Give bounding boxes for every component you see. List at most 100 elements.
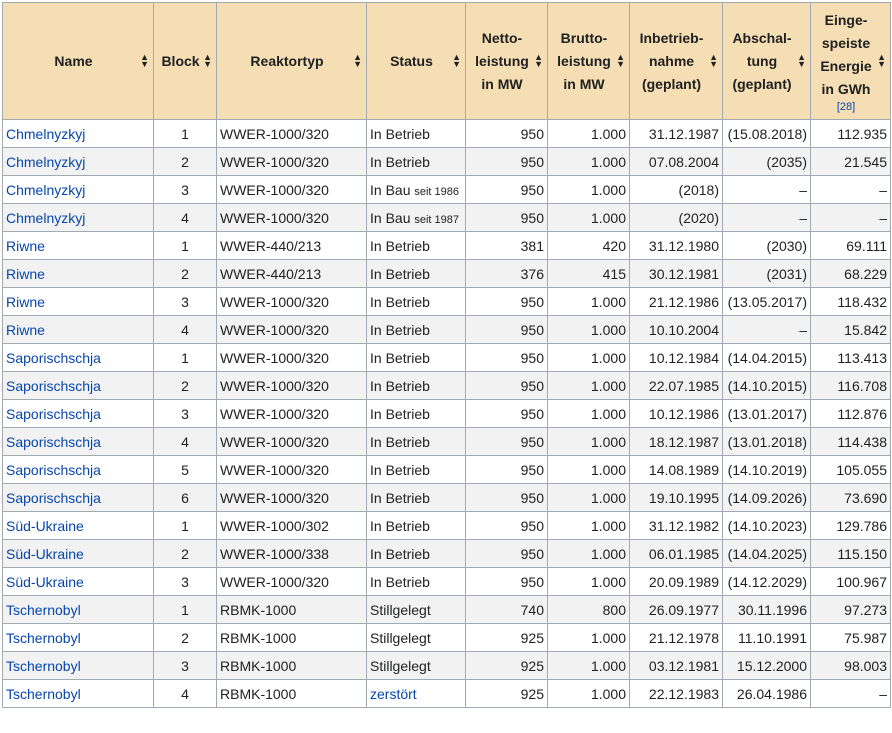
plant-link[interactable]: Saporischschja	[6, 378, 101, 394]
cell-name: Chmelnyzkyj	[2, 203, 154, 232]
plant-link[interactable]: Saporischschja	[6, 462, 101, 478]
cell-block: 2	[153, 147, 217, 176]
cell-energy: 112.935	[810, 119, 891, 148]
cell-gross-power: 420	[547, 231, 630, 260]
cell-gross-power: 1.000	[547, 455, 630, 484]
cell-name: Chmelnyzkyj	[2, 175, 154, 204]
cell-net-power: 376	[465, 259, 548, 288]
reference-link[interactable]: [28]	[814, 101, 878, 113]
table-row: Saporischschja 5 WWER-1000/320 In Betrieb 95…	[2, 455, 891, 484]
status-text: In Betrieb	[370, 461, 430, 478]
sort-icon[interactable]: ▲ ▼	[203, 53, 212, 69]
cell-energy: –	[810, 679, 891, 708]
plant-link[interactable]: Saporischschja	[6, 406, 101, 422]
table-row: Saporischschja 6 WWER-1000/320 In Betrieb 95…	[2, 483, 891, 512]
cell-energy: 114.438	[810, 427, 891, 456]
header-name[interactable]: Name ▲ ▼	[2, 2, 154, 120]
header-energy[interactable]: Einge-speiste Energie in GWh [28] ▲ ▼	[810, 2, 891, 120]
plant-link[interactable]: Tschernobyl	[6, 630, 81, 646]
sort-icon[interactable]: ▲ ▼	[797, 53, 806, 69]
cell-reactor-type: WWER-1000/320	[216, 147, 367, 176]
cell-block: 1	[153, 231, 217, 260]
cell-commissioning: 22.12.1983	[629, 679, 723, 708]
plant-link[interactable]: Chmelnyzkyj	[6, 126, 85, 142]
cell-reactor-type: WWER-1000/320	[216, 455, 367, 484]
plant-link[interactable]: Saporischschja	[6, 350, 101, 366]
table-row: Chmelnyzkyj 2 WWER-1000/320 In Betrieb 950 1.…	[2, 147, 891, 176]
table-row: Tschernobyl 2 RBMK-1000 Stillgelegt 925 1.000…	[2, 623, 891, 652]
plant-link[interactable]: Chmelnyzkyj	[6, 210, 85, 226]
plant-link[interactable]: Süd-Ukraine	[6, 574, 84, 590]
cell-name: Süd-Ukraine	[2, 539, 154, 568]
table-row: Süd-Ukraine 2 WWER-1000/338 In Betrieb 950 1.…	[2, 539, 891, 568]
cell-energy: –	[810, 175, 891, 204]
plant-link[interactable]: Tschernobyl	[6, 686, 81, 702]
cell-status: In Betrieb	[366, 259, 466, 288]
cell-energy: 129.786	[810, 511, 891, 540]
plant-link[interactable]: Chmelnyzkyj	[6, 154, 85, 170]
cell-block: 1	[153, 595, 217, 624]
header-block[interactable]: Block ▲ ▼	[153, 2, 217, 120]
plant-link[interactable]: Chmelnyzkyj	[6, 182, 85, 198]
table-row: Chmelnyzkyj 3 WWER-1000/320 In Bau seit 198…	[2, 175, 891, 204]
status-text: Stillgelegt	[370, 657, 431, 674]
cell-name: Riwne	[2, 259, 154, 288]
cell-energy: 118.432	[810, 287, 891, 316]
header-net-power[interactable]: Netto-leistung in MW ▲ ▼	[465, 2, 548, 120]
cell-name: Süd-Ukraine	[2, 567, 154, 596]
plant-link[interactable]: Riwne	[6, 266, 45, 282]
cell-commissioning: 07.08.2004	[629, 147, 723, 176]
header-status[interactable]: Status ▲ ▼	[366, 2, 466, 120]
sort-icon[interactable]: ▲ ▼	[140, 53, 149, 69]
plant-link[interactable]: Tschernobyl	[6, 602, 81, 618]
cell-status: In Betrieb	[366, 455, 466, 484]
plant-link[interactable]: Süd-Ukraine	[6, 546, 84, 562]
cell-reactor-type: WWER-1000/320	[216, 399, 367, 428]
plant-link[interactable]: Saporischschja	[6, 434, 101, 450]
plant-link[interactable]: Saporischschja	[6, 490, 101, 506]
cell-shutdown: (14.04.2025)	[722, 539, 811, 568]
cell-block: 2	[153, 623, 217, 652]
cell-commissioning: 31.12.1980	[629, 231, 723, 260]
cell-commissioning: (2020)	[629, 203, 723, 232]
status-text: In Betrieb	[370, 545, 430, 562]
cell-shutdown: (2035)	[722, 147, 811, 176]
cell-reactor-type: WWER-1000/320	[216, 315, 367, 344]
plant-link[interactable]: Riwne	[6, 238, 45, 254]
plant-link[interactable]: Riwne	[6, 322, 45, 338]
table-row: Tschernobyl 1 RBMK-1000 Stillgelegt 740 800 26…	[2, 595, 891, 624]
header-reactor-type[interactable]: Reaktortyp ▲ ▼	[216, 2, 367, 120]
sort-icon[interactable]: ▲ ▼	[534, 53, 543, 69]
plant-link[interactable]: Riwne	[6, 294, 45, 310]
cell-shutdown: (2031)	[722, 259, 811, 288]
sort-icon[interactable]: ▲ ▼	[877, 53, 886, 69]
cell-name: Chmelnyzkyj	[2, 147, 154, 176]
cell-commissioning: 03.12.1981	[629, 651, 723, 680]
cell-net-power: 950	[465, 119, 548, 148]
plant-link[interactable]: Süd-Ukraine	[6, 518, 84, 534]
cell-shutdown: –	[722, 315, 811, 344]
cell-energy: 73.690	[810, 483, 891, 512]
plant-link[interactable]: Tschernobyl	[6, 658, 81, 674]
sort-icon[interactable]: ▲ ▼	[616, 53, 625, 69]
sort-icon[interactable]: ▲ ▼	[709, 53, 718, 69]
sort-icon[interactable]: ▲ ▼	[452, 53, 461, 69]
cell-gross-power: 1.000	[547, 567, 630, 596]
cell-reactor-type: WWER-1000/338	[216, 539, 367, 568]
cell-block: 4	[153, 315, 217, 344]
header-shutdown[interactable]: Abschal-tung (geplant) ▲ ▼	[722, 2, 811, 120]
status-link[interactable]: zerstört	[370, 686, 417, 702]
cell-commissioning: 30.12.1981	[629, 259, 723, 288]
header-commissioning[interactable]: Inbetrieb-nahme (geplant) ▲ ▼	[629, 2, 723, 120]
status-text: In Betrieb	[370, 433, 430, 450]
sort-icon[interactable]: ▲ ▼	[353, 53, 362, 69]
cell-block: 2	[153, 539, 217, 568]
table-row: Chmelnyzkyj 4 WWER-1000/320 In Bau seit 198…	[2, 203, 891, 232]
cell-energy: 97.273	[810, 595, 891, 624]
status-text: In Betrieb	[370, 517, 430, 534]
cell-shutdown: (14.10.2023)	[722, 511, 811, 540]
cell-net-power: 950	[465, 203, 548, 232]
cell-shutdown: 15.12.2000	[722, 651, 811, 680]
header-gross-power[interactable]: Brutto-leistung in MW ▲ ▼	[547, 2, 630, 120]
cell-status: In Betrieb	[366, 147, 466, 176]
